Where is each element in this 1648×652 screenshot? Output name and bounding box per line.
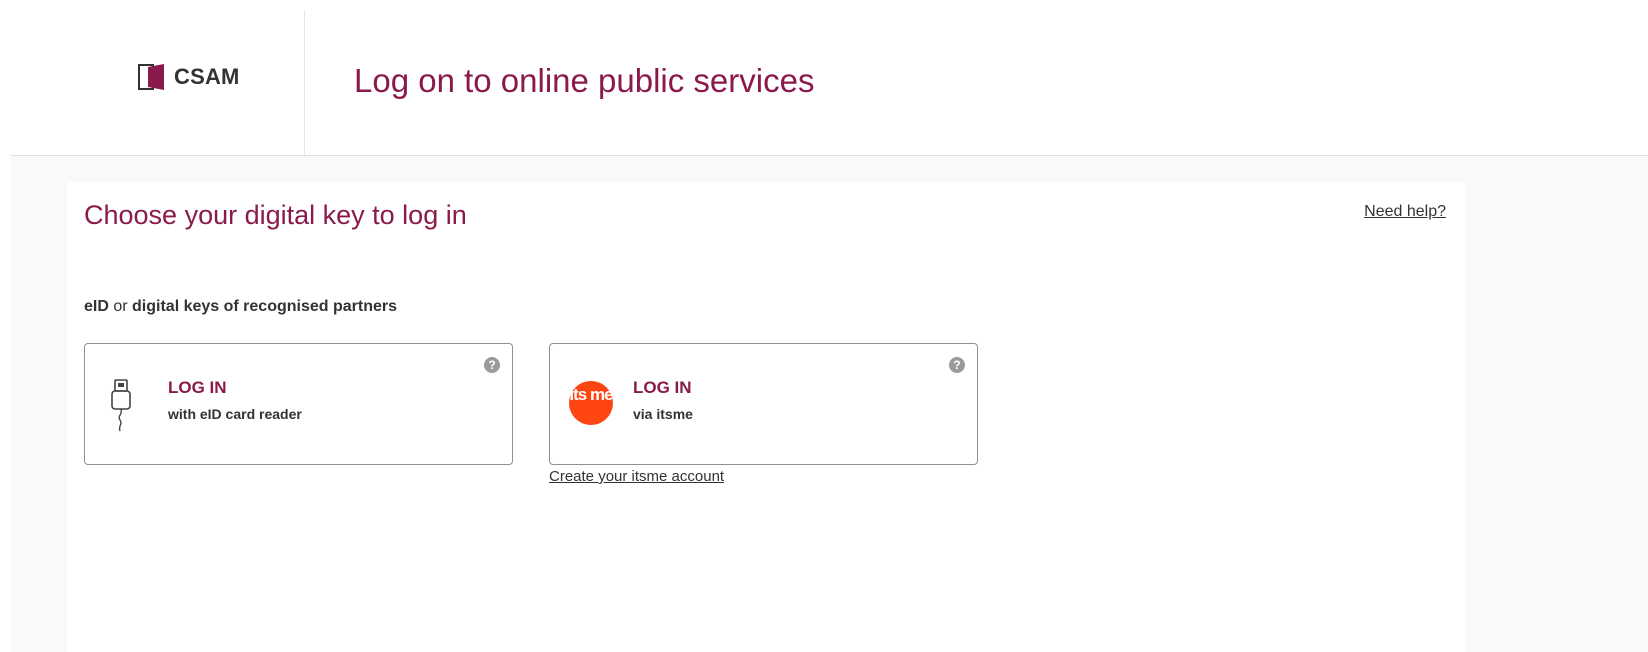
eid-login-title: LOG IN bbox=[168, 378, 227, 397]
question-circle-icon[interactable]: ? bbox=[949, 357, 965, 373]
logo-text: CSAM bbox=[174, 64, 240, 89]
section-label: eID or digital keys of recognised partne… bbox=[84, 298, 397, 316]
page-header-title: Log on to online public services bbox=[354, 62, 815, 99]
header-divider bbox=[304, 10, 305, 156]
csam-door-icon bbox=[138, 64, 164, 90]
need-help-link[interactable]: Need help? bbox=[1364, 203, 1446, 221]
section-label-connector: or bbox=[108, 298, 133, 315]
itsme-login-title: LOG IN bbox=[633, 378, 692, 397]
eid-login-button[interactable]: LOG IN with eID card reader ? bbox=[84, 343, 513, 465]
itsme-login-button[interactable]: its me LOG IN via itsme ? bbox=[549, 343, 978, 465]
eid-login-subtitle: with eID card reader bbox=[168, 406, 302, 422]
itsme-login-subtitle: via itsme bbox=[633, 406, 693, 422]
section-label-partners: digital keys of recognised partners bbox=[132, 298, 397, 315]
question-circle-icon[interactable]: ? bbox=[484, 357, 500, 373]
itsme-logo: its me bbox=[569, 381, 614, 425]
page-title: Choose your digital key to log in bbox=[84, 200, 467, 230]
create-itsme-account-link[interactable]: Create your itsme account bbox=[549, 468, 724, 485]
card-reader-icon bbox=[111, 379, 131, 432]
header: CSAM Log on to online public services bbox=[0, 0, 1648, 156]
csam-logo[interactable]: CSAM bbox=[138, 64, 240, 90]
section-label-eid: eID bbox=[84, 298, 109, 315]
